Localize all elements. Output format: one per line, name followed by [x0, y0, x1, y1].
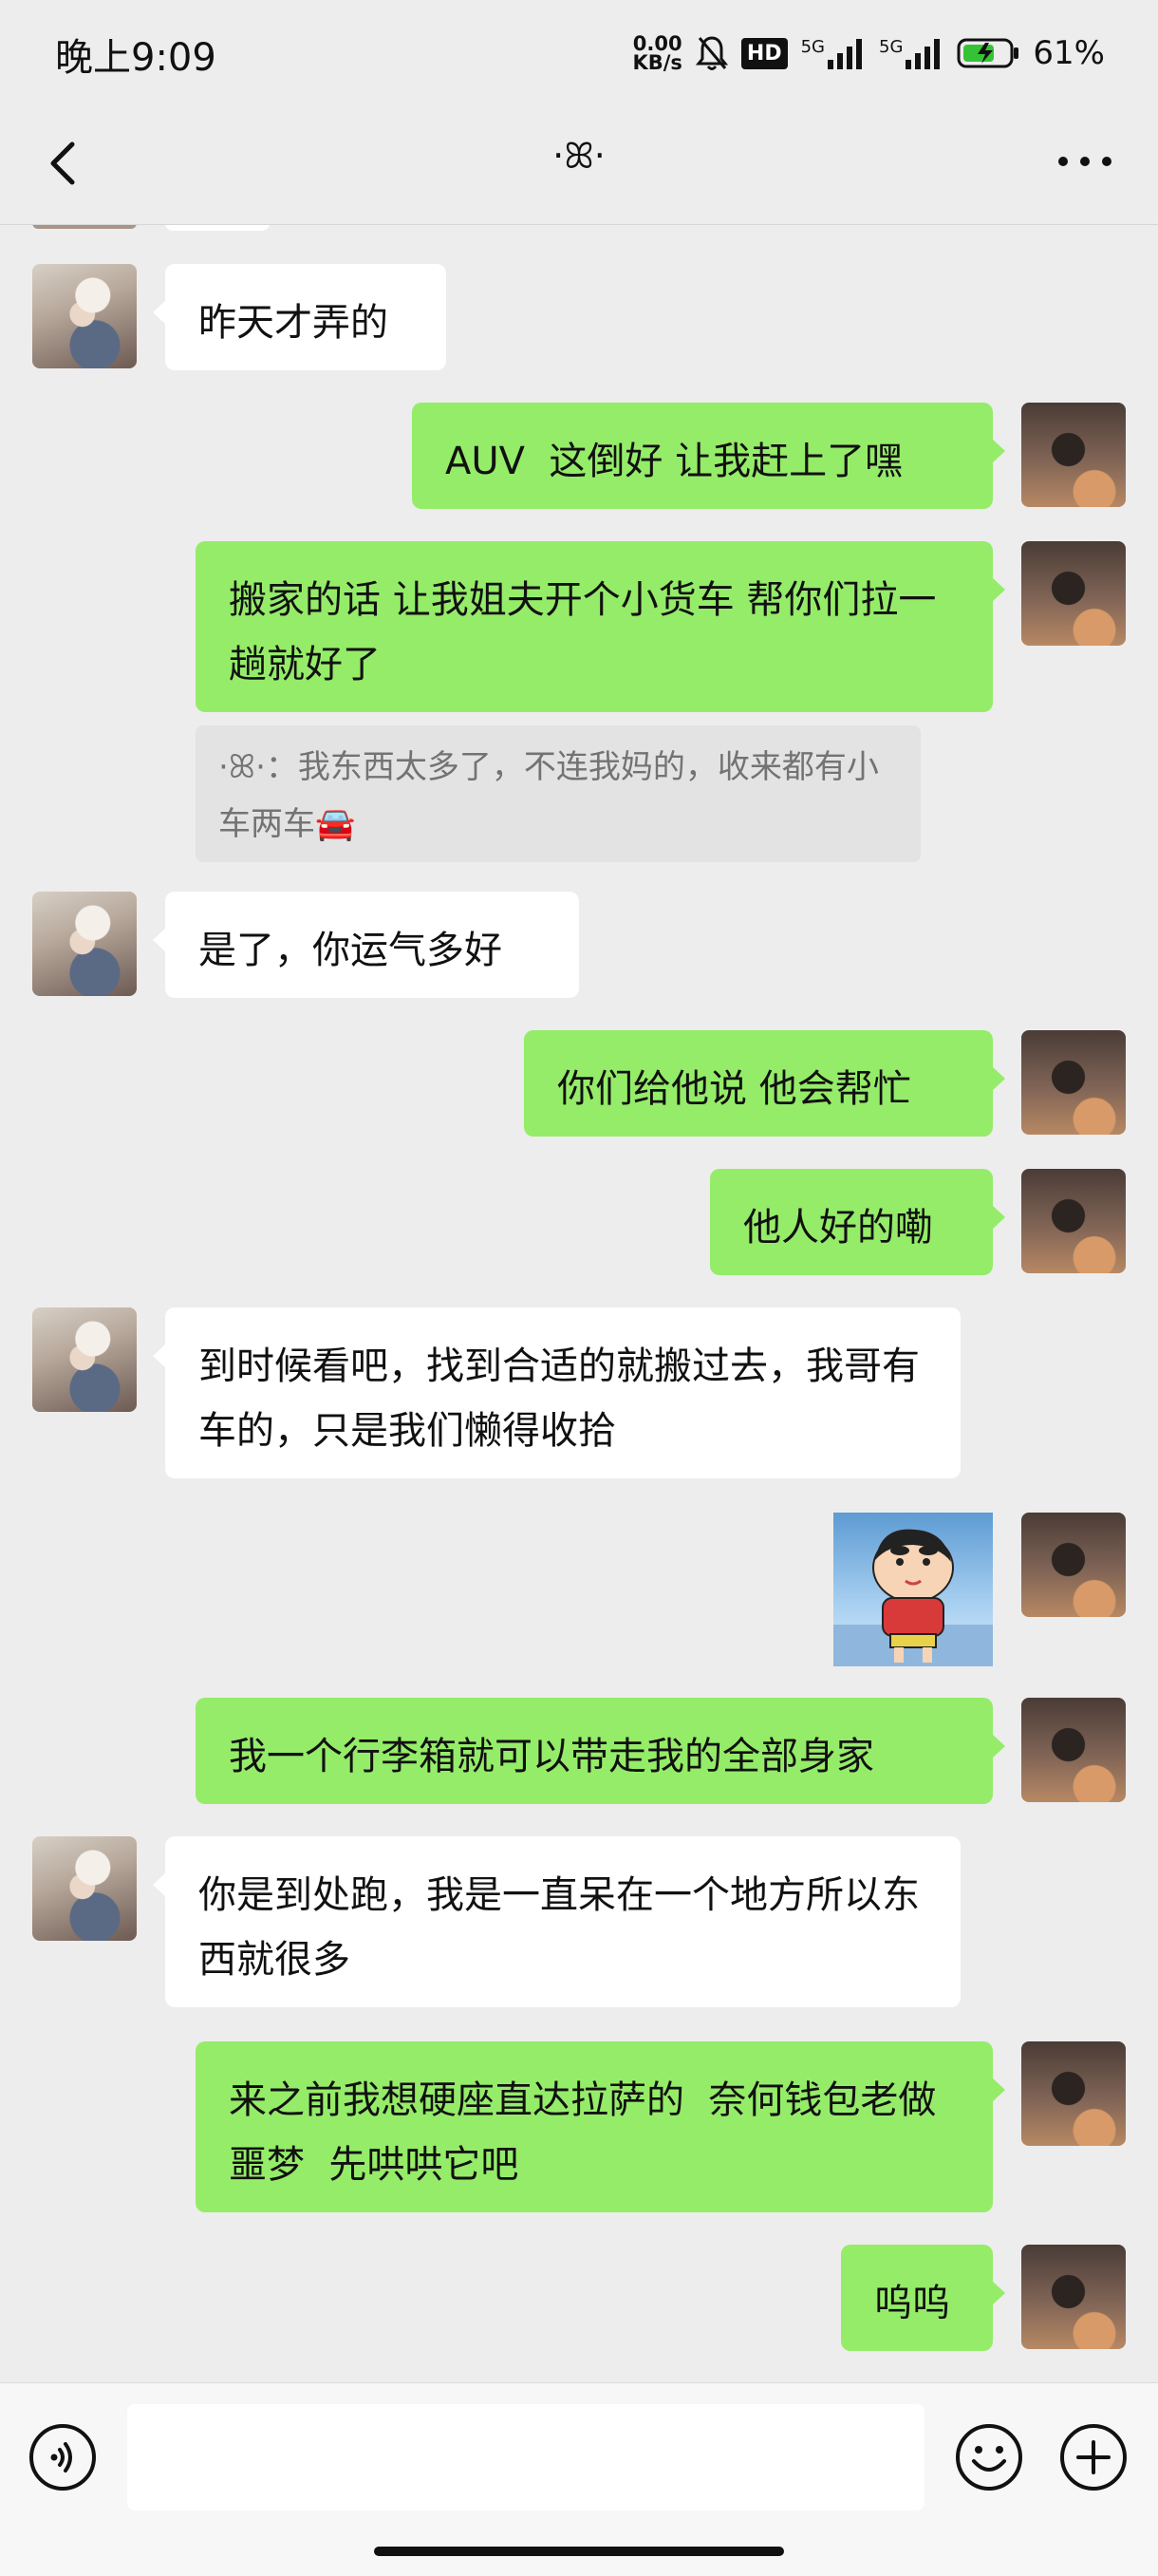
signal-2: 5G: [879, 37, 943, 69]
emoji-icon: [956, 2424, 1022, 2491]
my-avatar[interactable]: [1021, 1169, 1126, 1273]
message-bubble-sent[interactable]: 搬家的话 让我姐夫开个小货车 帮你们拉一趟就好了: [196, 541, 1005, 712]
signal-bars-icon: [906, 39, 941, 69]
my-avatar[interactable]: [1021, 1513, 1126, 1617]
message-bubble-received[interactable]: 是了，你运气多好: [153, 892, 579, 998]
chat-header: ·ꕤ·: [0, 104, 1158, 225]
more-dots-icon: [1058, 157, 1111, 166]
contact-avatar[interactable]: [32, 892, 137, 996]
message-bubble-sent[interactable]: 呜呜: [841, 2245, 1005, 2351]
more-functions-button[interactable]: [1059, 2423, 1128, 2491]
signal-2-label: 5G: [879, 37, 904, 57]
battery-icon: [957, 38, 1019, 68]
signal-bars-icon: [828, 39, 863, 69]
message-bubble-sent[interactable]: 你们给他说 他会帮忙: [524, 1030, 1005, 1137]
my-avatar[interactable]: [1021, 403, 1126, 507]
cartoon-boy-sticker-icon: [833, 1529, 993, 1666]
emoji-button[interactable]: [955, 2423, 1023, 2491]
network-speed-value: 0.00: [632, 32, 682, 55]
quoted-reply[interactable]: ·ꕤ·：我东西太多了，不连我妈的，收来都有小车两车🚘: [196, 725, 921, 862]
my-avatar[interactable]: [1021, 1030, 1126, 1135]
message-bubble-received[interactable]: 你是到处跑，我是一直呆在一个地方所以东西就很多: [153, 1836, 961, 2007]
my-avatar[interactable]: [1021, 2041, 1126, 2146]
previous-message-fragment: [165, 225, 270, 231]
battery-percent: 61%: [1033, 34, 1105, 72]
message-bubble-sent[interactable]: 他人好的嘞: [710, 1169, 1005, 1275]
plus-icon: [1060, 2424, 1127, 2491]
message-list[interactable]: 昨天才弄的 AUV 这倒好 让我赶上了嘿 搬家的话 让我姐夫开个小货车 帮你们拉…: [0, 225, 1158, 2382]
network-speed: 0.00 KB/s: [632, 32, 682, 74]
contact-avatar[interactable]: [32, 1836, 137, 1941]
home-indicator[interactable]: [374, 2547, 784, 2556]
contact-avatar[interactable]: [32, 264, 137, 368]
network-speed-unit: KB/s: [632, 51, 682, 74]
previous-avatar-fragment: [32, 225, 137, 229]
message-bubble-received[interactable]: 到时候看吧，找到合适的就搬过去，我哥有车的，只是我们懒得收拾: [153, 1307, 961, 1478]
mute-bell-icon: [695, 36, 728, 70]
message-bubble-sent[interactable]: 来之前我想硬座直达拉萨的 奈何钱包老做噩梦 先哄哄它吧: [196, 2041, 1005, 2212]
voice-button[interactable]: [28, 2423, 97, 2491]
sticker-message[interactable]: [833, 1513, 993, 1666]
chat-title: ·ꕤ·: [552, 135, 606, 177]
my-avatar[interactable]: [1021, 2245, 1126, 2349]
my-avatar[interactable]: [1021, 541, 1126, 646]
message-bubble-received[interactable]: 昨天才弄的: [153, 264, 446, 370]
signal-1-label: 5G: [800, 37, 826, 57]
voice-icon: [29, 2424, 96, 2491]
status-bar: 晚上9:09 0.00 KB/s HD 5G 5G 61%: [0, 0, 1158, 104]
status-time: 晚上9:09: [55, 36, 216, 80]
status-indicators: 0.00 KB/s HD 5G 5G 61%: [632, 28, 1105, 78]
message-input[interactable]: [127, 2404, 925, 2510]
signal-1: 5G: [801, 37, 866, 69]
more-button[interactable]: [1052, 142, 1118, 180]
input-bar: [0, 2382, 1158, 2576]
message-bubble-sent[interactable]: AUV 这倒好 让我赶上了嘿: [412, 403, 1005, 509]
contact-avatar[interactable]: [32, 1307, 137, 1412]
hd-badge: HD: [740, 37, 788, 69]
message-bubble-sent[interactable]: 我一个行李箱就可以带走我的全部身家: [196, 1698, 1005, 1804]
my-avatar[interactable]: [1021, 1698, 1126, 1802]
